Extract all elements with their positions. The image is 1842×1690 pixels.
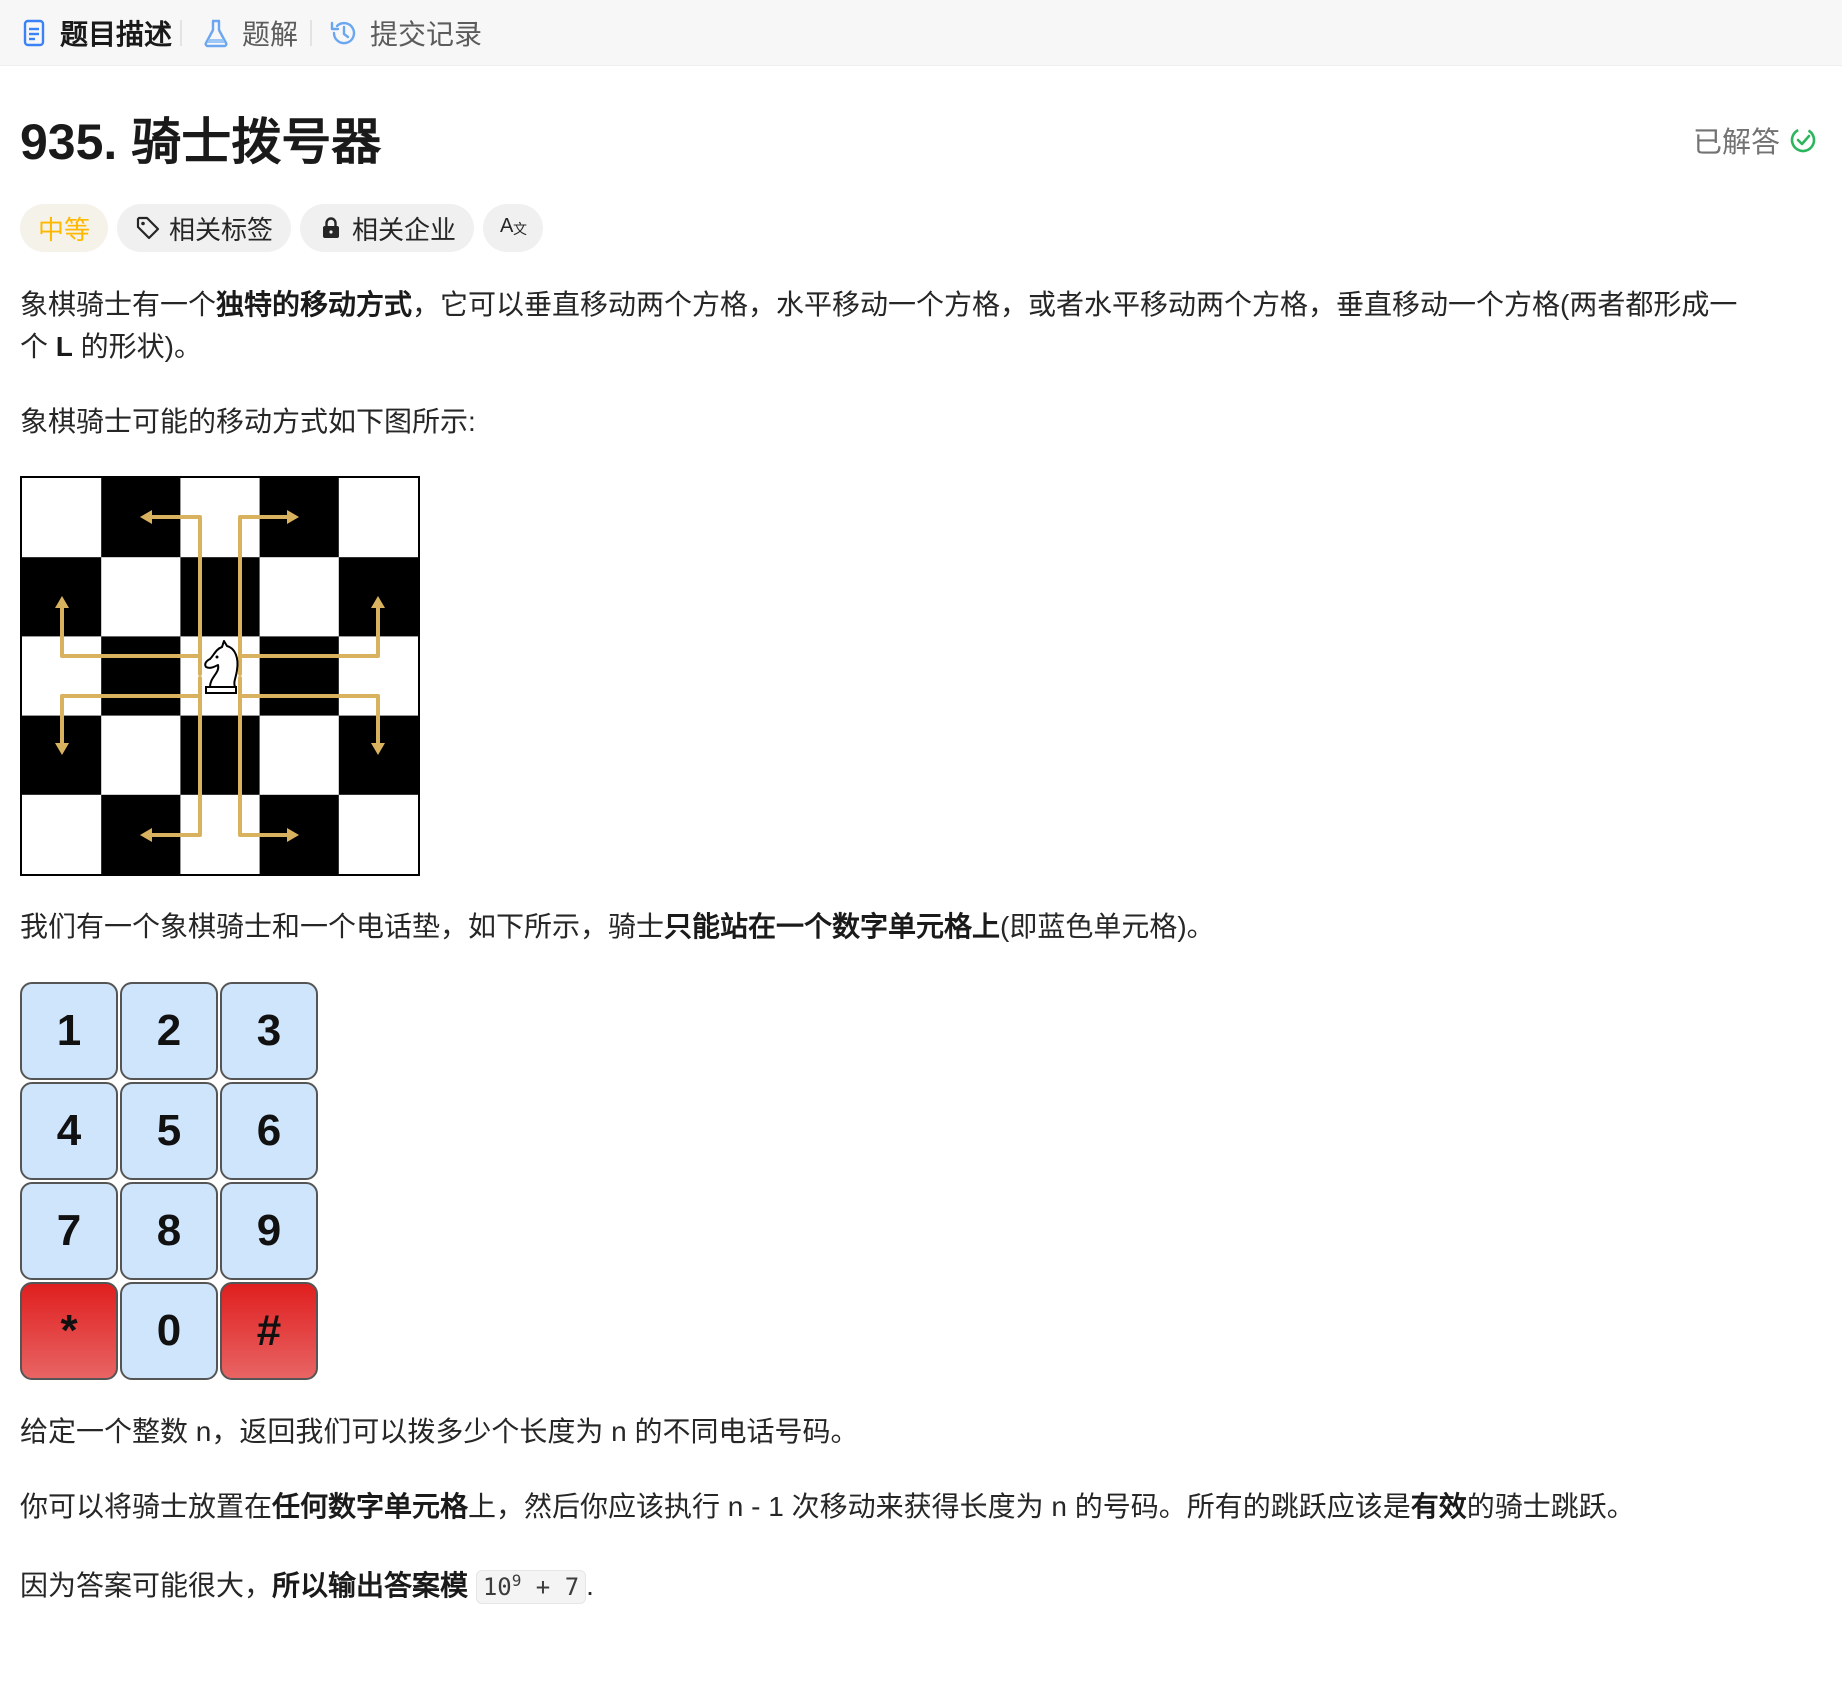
code-base: 10 (482, 1573, 512, 1601)
svg-text:A: A (500, 215, 514, 237)
keypad-key: 0 (120, 1282, 218, 1380)
tab-description[interactable]: 题目描述 (18, 0, 172, 66)
solved-label: 已解答 (1692, 127, 1780, 159)
difficulty-label: 中等 (38, 214, 91, 245)
text: 我们有一个象棋骑士和一个电话垫，如下所示，骑士 (20, 911, 665, 942)
knight-moves-diagram (20, 476, 420, 876)
tag-icon (135, 215, 161, 241)
board-square (180, 715, 261, 796)
bold-text: 所以输出答案模 (272, 1570, 469, 1601)
board-square (101, 636, 181, 717)
code-rest: + 7 (521, 1573, 580, 1601)
related-companies-button[interactable]: 相关企业 (300, 204, 475, 252)
problem-title: 935. 骑士拨号器 (20, 114, 382, 170)
board-square (180, 557, 261, 637)
keypad-key: 2 (120, 982, 218, 1080)
board-square (338, 794, 419, 875)
bold-text: 独特的移动方式 (216, 289, 413, 320)
description-paragraph: 因为答案可能很大，所以输出答案模 109 + 7. (20, 1560, 594, 1608)
tab-bar: 题目描述 题解 提交记录 (0, 0, 1842, 66)
tab-solutions-label: 题解 (242, 19, 299, 50)
keypad-key: 4 (20, 1082, 118, 1180)
text: 因为答案可能很大， (20, 1570, 273, 1601)
text: ，它可以垂直移动两个方格，水平移动一个方格，或者水平移动两个方格，垂直移动一个方… (412, 289, 1738, 320)
keypad-key: 7 (20, 1182, 118, 1280)
phone-keypad: 1 2 3 4 5 6 7 8 9 * 0 # (20, 982, 322, 1382)
tab-divider (180, 20, 182, 46)
text: 象棋骑士有一个 (20, 289, 217, 320)
tab-divider (310, 20, 312, 46)
translate-button[interactable]: A文 (483, 204, 544, 252)
keypad-key: * (20, 1282, 118, 1380)
bold-text: 有效 (1410, 1491, 1467, 1522)
chip-row: 中等 相关标签 相关企业 A文 (20, 204, 544, 252)
board-square (101, 557, 181, 637)
bold-text: 只能站在一个数字单元格上 (664, 911, 1001, 942)
modulus-code: 109 + 7 (475, 1570, 587, 1604)
board-square (101, 715, 181, 796)
description-paragraph: 我们有一个象棋骑士和一个电话垫，如下所示，骑士只能站在一个数字单元格上(即蓝色单… (20, 906, 1215, 948)
translate-icon: A文 (499, 212, 527, 245)
document-icon (18, 17, 50, 49)
board-square (22, 478, 102, 558)
related-tags-button[interactable]: 相关标签 (117, 204, 292, 252)
description-paragraph: 你可以将骑士放置在任何数字单元格上，然后你应该执行 n - 1 次移动来获得长度… (20, 1486, 1635, 1528)
difficulty-badge: 中等 (20, 204, 109, 252)
text: 上，然后你应该执行 n - 1 次移动来获得长度为 n 的号码。所有的跳跃应该是 (468, 1491, 1411, 1522)
keypad-key: 9 (220, 1182, 318, 1280)
tab-submissions-label: 提交记录 (370, 19, 483, 50)
related-companies-label: 相关企业 (352, 214, 457, 245)
bold-text: L (55, 331, 73, 362)
check-circle-icon (1788, 125, 1818, 155)
tab-description-label: 题目描述 (60, 19, 173, 50)
history-icon (328, 17, 360, 49)
related-tags-label: 相关标签 (169, 214, 274, 245)
keypad-key: 5 (120, 1082, 218, 1180)
text: 你可以将骑士放置在 (20, 1491, 273, 1522)
description-paragraph: 给定一个整数 n，返回我们可以拨多少个长度为 n 的不同电话号码。 (20, 1416, 859, 1447)
text: . (586, 1570, 594, 1601)
tab-solutions[interactable]: 题解 (200, 0, 298, 66)
bold-text: 任何数字单元格 (272, 1491, 469, 1522)
solved-status: 已解答 (1693, 120, 1818, 160)
description-paragraph: 象棋骑士有一个独特的移动方式，它可以垂直移动两个方格，水平移动一个方格，或者水平… (20, 284, 1780, 368)
flask-icon (200, 17, 232, 49)
text: 个 (20, 331, 56, 362)
board-square (338, 478, 419, 558)
board-square (22, 794, 102, 875)
lock-icon (318, 215, 344, 241)
board-square (259, 715, 340, 796)
keypad-key: 6 (220, 1082, 318, 1180)
svg-text:文: 文 (513, 222, 527, 238)
board-square (259, 636, 340, 717)
text: 的形状)。 (72, 331, 202, 362)
keypad-key: # (220, 1282, 318, 1380)
board-square (259, 557, 340, 637)
description-paragraph: 象棋骑士可能的移动方式如下图所示: (20, 406, 476, 437)
keypad-key: 1 (20, 982, 118, 1080)
tab-submissions[interactable]: 提交记录 (328, 0, 482, 66)
keypad-key: 8 (120, 1182, 218, 1280)
text: (即蓝色单元格)。 (1000, 911, 1215, 942)
keypad-key: 3 (220, 982, 318, 1080)
code-exponent: 9 (511, 1571, 522, 1590)
text: 的骑士跳跃。 (1466, 1491, 1635, 1522)
